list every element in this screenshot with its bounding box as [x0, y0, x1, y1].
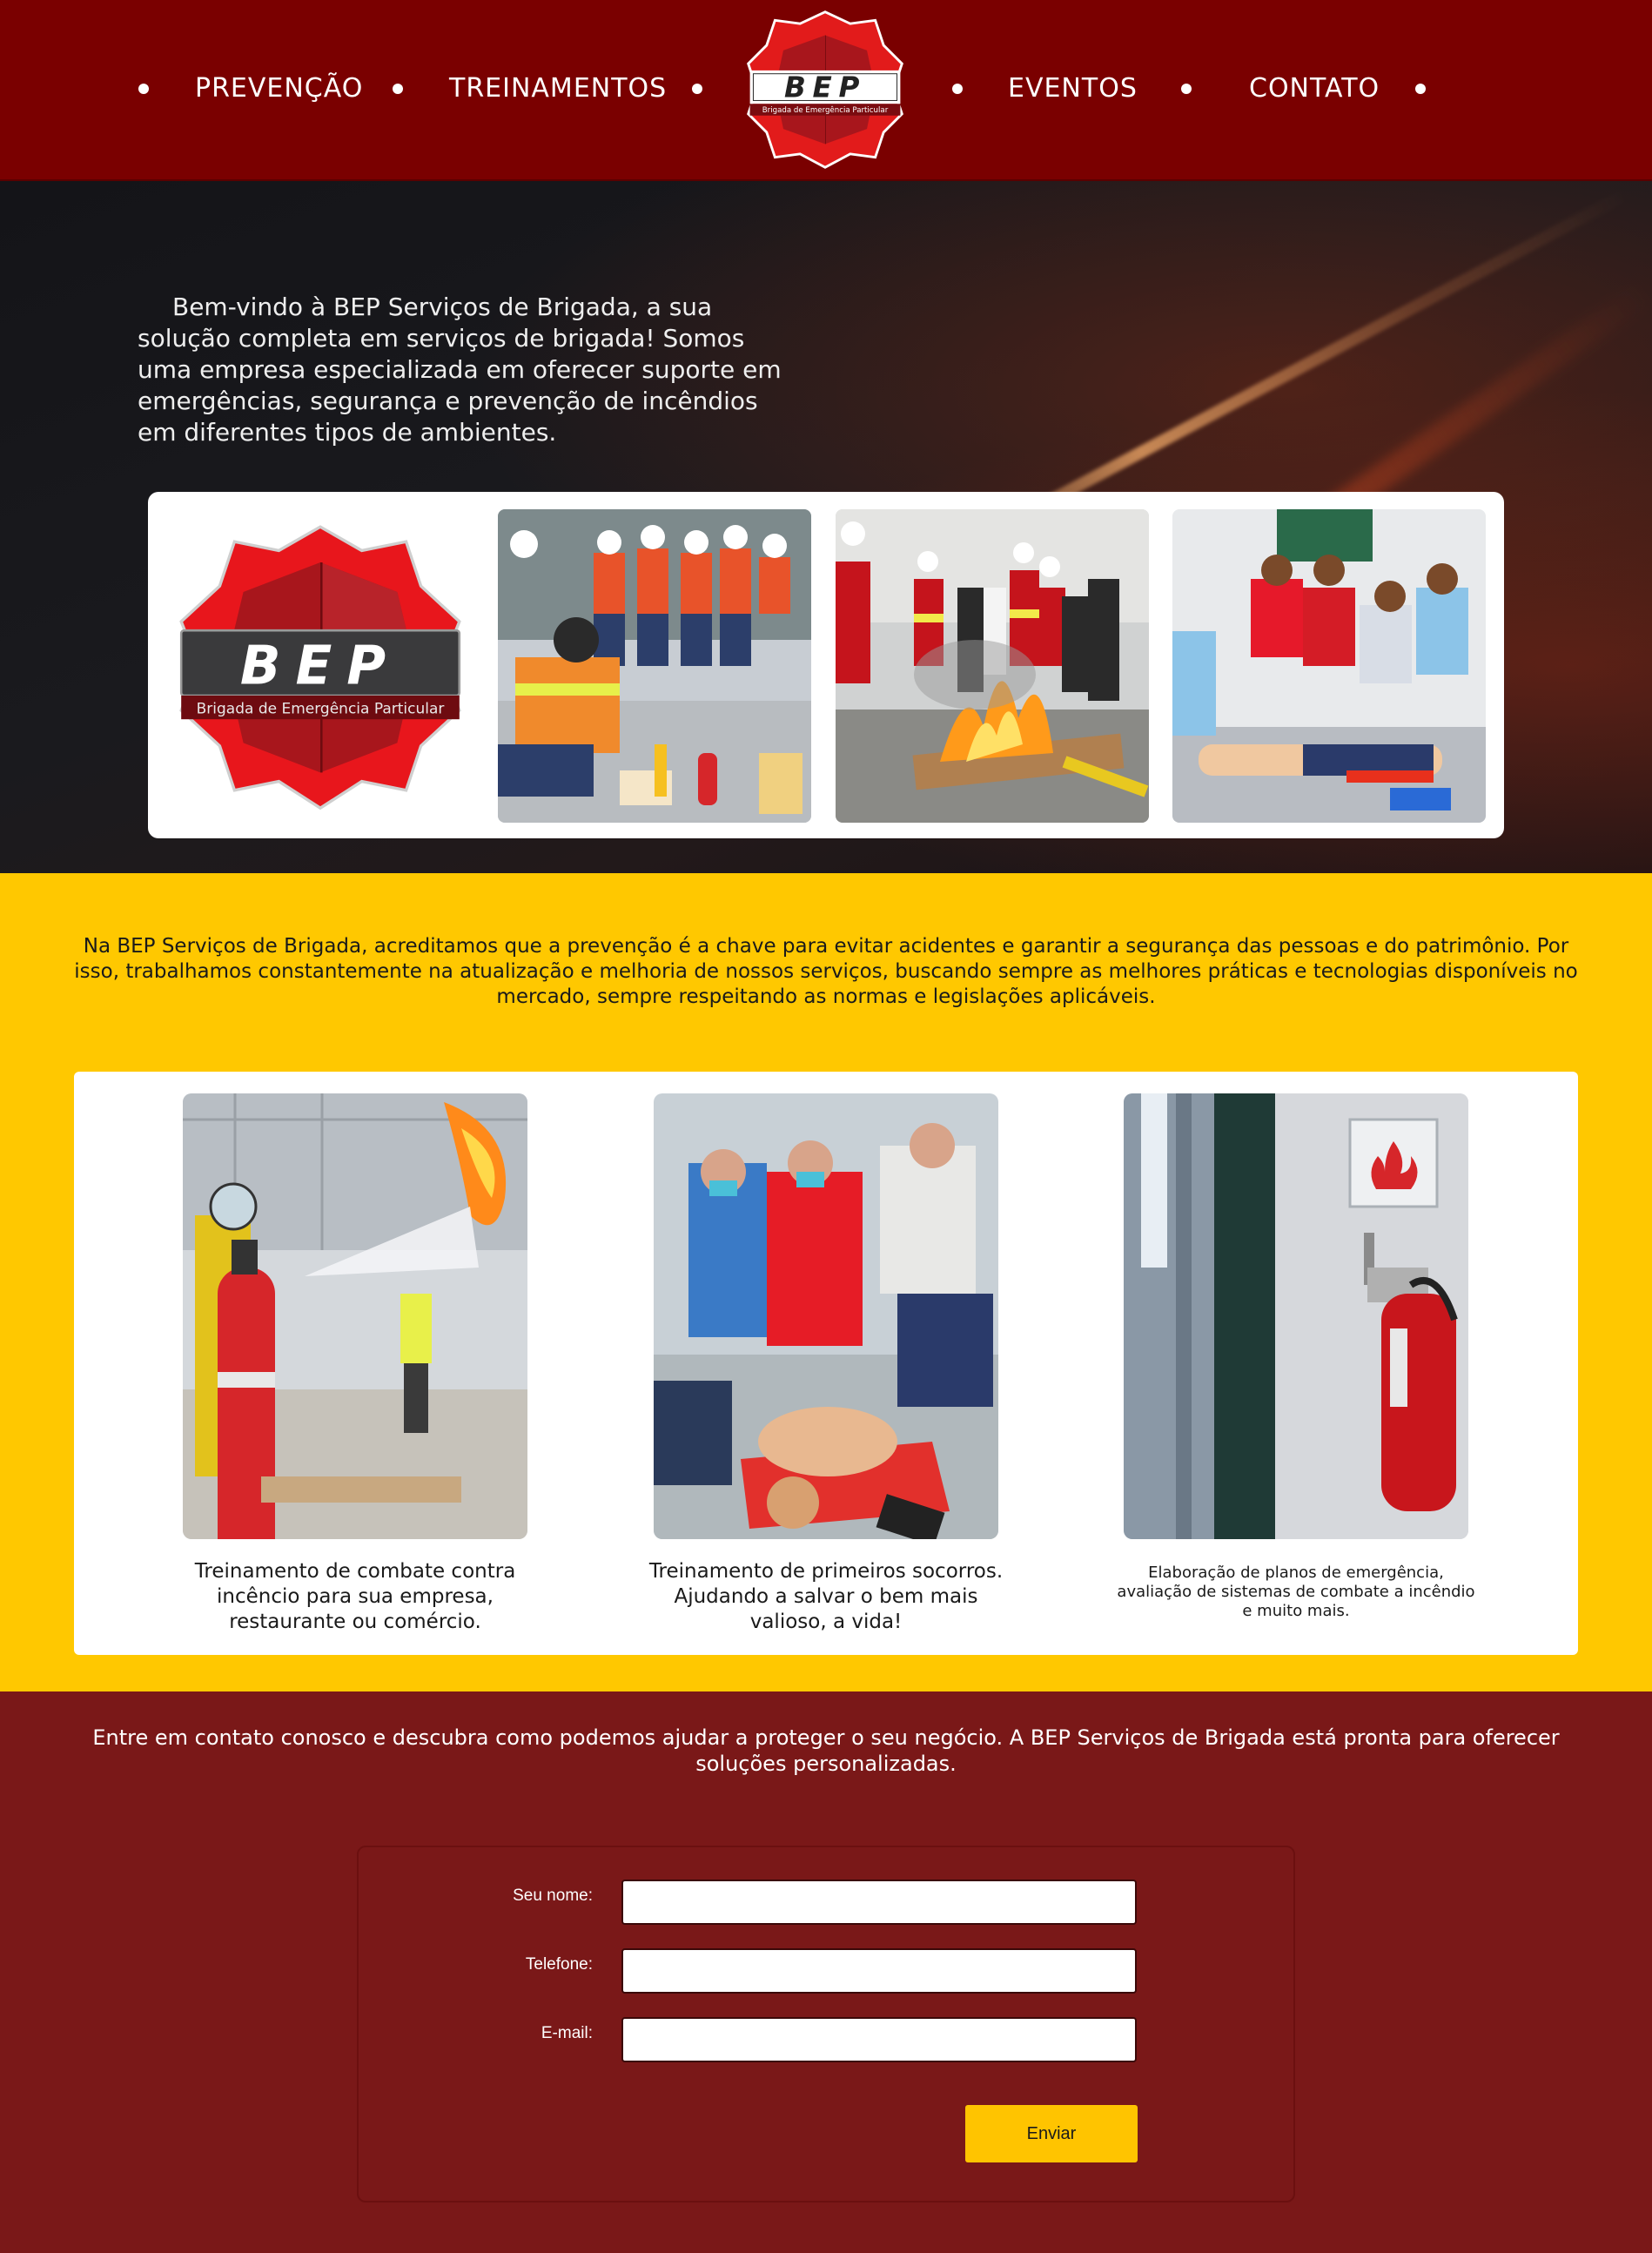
- svg-text:Brigada de Emergência Particul: Brigada de Emergência Particular: [197, 700, 445, 717]
- nav-link-contato[interactable]: CONTATO: [1249, 73, 1380, 104]
- bep-logo-large: BEP Brigada de Emergência Particular: [179, 525, 461, 810]
- submit-button[interactable]: Enviar: [965, 2105, 1138, 2162]
- photo-fire-demonstration: [836, 509, 1149, 823]
- svg-text:BEP: BEP: [240, 635, 400, 696]
- name-label: Seu nome:: [513, 1886, 593, 1905]
- service-image-first-aid: [654, 1093, 998, 1539]
- nav-separator-dot: [1415, 84, 1426, 94]
- hero-gallery: BEP Brigada de Emergência Particular: [148, 492, 1504, 838]
- contact-section: Entre em contato conosco e descubra como…: [0, 1691, 1652, 2253]
- contact-intro-text: Entre em contato conosco e descubra como…: [92, 1725, 1560, 1776]
- services-cards: Treinamento de combate contra incêncio p…: [74, 1072, 1578, 1655]
- nav-link-eventos[interactable]: EVENTOS: [1008, 73, 1138, 104]
- name-input[interactable]: [621, 1880, 1137, 1925]
- email-label: E-mail:: [541, 2024, 593, 2042]
- service-image-fire-training: [183, 1093, 527, 1539]
- hero-intro-text: Bem-vindo à BEP Serviços de Brigada, a s…: [138, 293, 782, 447]
- bep-logo[interactable]: BEP Brigada de Emergência Particular: [742, 5, 909, 172]
- nav-separator-dot: [1181, 84, 1192, 94]
- svg-text:Brigada de Emergência Particul: Brigada de Emergência Particular: [762, 105, 889, 115]
- contact-form: Seu nome: Telefone: E-mail: Enviar: [357, 1846, 1295, 2203]
- nav-link-prevencao[interactable]: PREVENÇÃO: [195, 73, 363, 104]
- service-caption-first-aid: Treinamento de primeiros socorros. Ajuda…: [648, 1560, 1004, 1633]
- phone-label: Telefone:: [525, 1955, 593, 1974]
- email-input[interactable]: [621, 2017, 1137, 2062]
- hero-section: Bem-vindo à BEP Serviços de Brigada, a s…: [0, 181, 1652, 873]
- about-section: Na BEP Serviços de Brigada, acreditamos …: [0, 873, 1652, 1691]
- nav-separator-dot: [952, 84, 963, 94]
- photo-extinguisher-training: [498, 509, 811, 823]
- service-caption-fire-training: Treinamento de combate contra incêncio p…: [194, 1560, 516, 1633]
- mission-text: Na BEP Serviços de Brigada, acreditamos …: [74, 935, 1578, 1008]
- phone-input[interactable]: [621, 1948, 1137, 1994]
- photo-cpr-training: [1172, 509, 1486, 823]
- nav-separator-dot: [138, 84, 149, 94]
- site-header: PREVENÇÃO TREINAMENTOS BEP Brigada de Em…: [0, 0, 1652, 181]
- nav-separator-dot: [393, 84, 403, 94]
- service-caption-emergency-plans: Elaboração de planos de emergência, aval…: [1117, 1564, 1475, 1620]
- nav-link-treinamentos[interactable]: TREINAMENTOS: [449, 73, 667, 104]
- nav-separator-dot: [692, 84, 702, 94]
- svg-text:BEP: BEP: [784, 71, 866, 104]
- service-image-emergency-plans: [1124, 1093, 1468, 1539]
